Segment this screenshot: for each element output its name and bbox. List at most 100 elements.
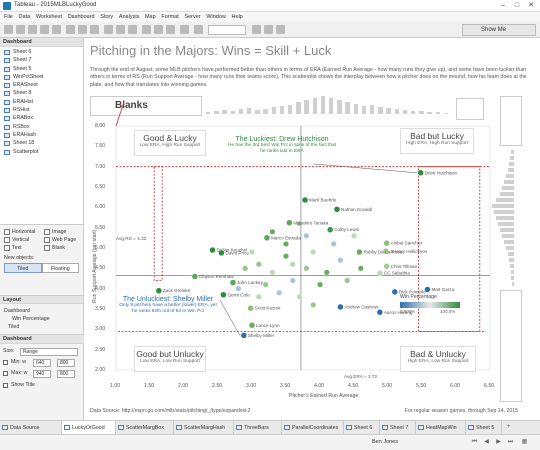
tooltip-icon[interactable] [252, 25, 261, 34]
menu-worksheet[interactable]: Worksheet [36, 12, 62, 22]
duplicate-icon[interactable] [78, 25, 87, 34]
object-blank[interactable]: Blank [44, 244, 65, 252]
tab-scatter-marg-hash[interactable]: ScatterMargHash [174, 421, 234, 435]
tab-sheet-6[interactable]: Sheet 6 [344, 421, 380, 435]
menu-analysis[interactable]: Analysis [119, 12, 139, 22]
user-name[interactable]: Ben Jones [372, 439, 398, 445]
floating-button[interactable]: Floating [41, 263, 79, 273]
toolbar: Show Me [0, 22, 540, 38]
size-dropdown[interactable]: Range [20, 347, 78, 356]
sheet-item[interactable]: Scatterplot [0, 148, 83, 156]
object-horizontal[interactable]: Horizontal [4, 228, 35, 236]
menu-server[interactable]: Server [184, 12, 200, 22]
sheet-item[interactable]: Sheet 5 [0, 65, 83, 73]
worksheet-icon [382, 425, 388, 430]
sheet-item[interactable]: Sheet 18 [0, 139, 83, 147]
show-me-button[interactable]: Show Me [462, 24, 536, 36]
layout-tree: Dashboard Win Percentage Tiled [0, 304, 83, 334]
tab-data-source[interactable]: Data Source [0, 421, 62, 435]
tab-three-bars[interactable]: ThreeBars [234, 421, 282, 435]
show-title-checkbox[interactable] [3, 383, 8, 388]
objects-panel: Horizontal Image Vertical Web Page Text Bla… [0, 225, 83, 295]
scatter-point [326, 226, 334, 233]
sheet-item[interactable]: WinPctSheet [0, 73, 83, 81]
layout-item-win-percentage[interactable]: Win Percentage [4, 315, 79, 323]
object-text[interactable]: Text [4, 244, 22, 252]
tab-scatter-marg-box[interactable]: ScatterMargBox [116, 421, 174, 435]
tab-sheet-7[interactable]: Sheet 7 [380, 421, 416, 435]
group-icon[interactable] [142, 25, 151, 34]
sheet-item[interactable]: ERAHist [0, 98, 83, 106]
sheet-item[interactable]: ERAHash [0, 131, 83, 139]
new-worksheet-icon[interactable] [66, 25, 75, 34]
menu-format[interactable]: Format [161, 12, 178, 22]
text-icon [4, 245, 10, 251]
object-vertical[interactable]: Vertical [4, 236, 29, 244]
layout-item-tiled[interactable]: Tiled [4, 323, 79, 331]
tiled-button[interactable]: Tiled [4, 263, 42, 273]
min-height-input[interactable]: 800 [57, 358, 75, 367]
object-image[interactable]: Image [44, 228, 66, 236]
last-sheet-icon[interactable]: ⏭ [506, 438, 515, 447]
point-label: Clayton Kershaw [199, 274, 234, 279]
max-width-input[interactable]: 940 [33, 369, 51, 378]
sheet-item[interactable]: ERABox [0, 114, 83, 122]
point-label: David Price [225, 250, 249, 255]
sheet-item[interactable]: Sheet 7 [0, 56, 83, 64]
first-sheet-icon[interactable]: ⏮ [470, 438, 479, 447]
presentation-icon[interactable] [264, 25, 273, 34]
min-checkbox[interactable] [3, 360, 8, 365]
menu-help[interactable]: Help [232, 12, 243, 22]
back-icon[interactable] [16, 25, 25, 34]
worksheet-icon [4, 66, 10, 72]
label-icon[interactable] [154, 25, 163, 34]
prev-sheet-icon[interactable]: ◀ [482, 438, 491, 447]
scatter-point [235, 285, 242, 292]
menu-map[interactable]: Map [145, 12, 156, 22]
sheet-item[interactable]: Sheet 6 [0, 48, 83, 56]
minimize-button[interactable]: – [496, 1, 510, 11]
worksheet-icon [4, 132, 10, 138]
tab-sheet-5[interactable]: Sheet 5 [466, 421, 502, 435]
menu-dashboard[interactable]: Dashboard [68, 12, 95, 22]
menu-window[interactable]: Window [206, 12, 226, 22]
data-source-link[interactable]: Data Source: http://espn.go.com/mlb/stat… [90, 408, 250, 414]
next-sheet-icon[interactable]: ▶ [494, 438, 503, 447]
tab-lucky-or-good[interactable]: LuckyOrGood [62, 421, 116, 435]
avg-era-label: Avg ERA = 3.72 [344, 374, 378, 379]
maximize-button[interactable]: □ [510, 1, 524, 11]
object-web-page[interactable]: Web Page [44, 236, 76, 244]
max-checkbox[interactable] [3, 371, 8, 376]
menu-story[interactable]: Story [100, 12, 113, 22]
tab-heatmap-win[interactable]: HeatMapWin [416, 421, 466, 435]
layout-item-dashboard[interactable]: Dashboard [4, 307, 79, 315]
min-width-input[interactable]: 640 [33, 358, 51, 367]
new-worksheet-tab-icon[interactable]: + [504, 423, 513, 432]
clear-icon[interactable] [90, 25, 99, 34]
fit-dropdown[interactable] [208, 25, 246, 35]
forward-icon[interactable] [28, 25, 37, 34]
tableau-home-icon[interactable] [4, 25, 13, 34]
sort-desc-icon[interactable] [128, 25, 137, 34]
sheet-item[interactable]: RSBox [0, 123, 83, 131]
sheet-item[interactable]: RSHist [0, 106, 83, 114]
point-label: Lance Lynn [256, 323, 280, 328]
highlight-icon[interactable] [180, 25, 189, 34]
save-icon[interactable] [40, 25, 49, 34]
add-datasource-icon[interactable] [52, 25, 61, 34]
swap-icon[interactable] [104, 25, 113, 34]
sheet-label: Scatterplot [13, 148, 39, 155]
share-icon[interactable] [276, 25, 285, 34]
sheet-item[interactable]: ERASheet [0, 81, 83, 89]
max-height-input[interactable]: 800 [57, 369, 75, 378]
grid-view-icon[interactable]: ▦ [520, 438, 529, 447]
tab-parallel-coordinates[interactable]: ParallelCoordinates [282, 421, 344, 435]
fit-icon[interactable] [194, 25, 203, 34]
sheet-item[interactable]: Sheet 8 [0, 89, 83, 97]
menu-file[interactable]: File [4, 12, 13, 22]
close-button[interactable]: ✕ [524, 1, 538, 11]
sort-asc-icon[interactable] [116, 25, 125, 34]
object-label: Horizontal [12, 229, 36, 235]
menu-data[interactable]: Data [19, 12, 31, 22]
fix-axes-icon[interactable] [166, 25, 175, 34]
